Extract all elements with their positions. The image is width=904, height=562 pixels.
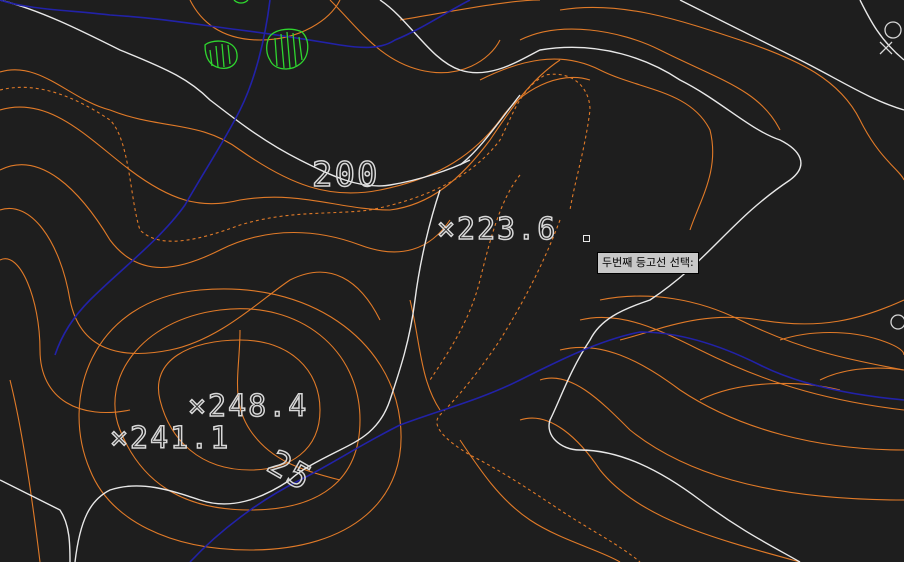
spot-height-241-1: ×241.1: [110, 421, 230, 456]
spot-height-223-6: ×223.6: [437, 212, 557, 247]
contour-map-canvas[interactable]: ×223.6 ×248.4 ×241.1 200 25: [0, 0, 904, 562]
contour-label-200: 200: [312, 155, 379, 195]
cursor-pickbox: [583, 235, 590, 242]
command-prompt-tooltip: 두번째 등고선 선택:: [597, 252, 699, 274]
spot-height-248-4: ×248.4: [188, 389, 308, 424]
